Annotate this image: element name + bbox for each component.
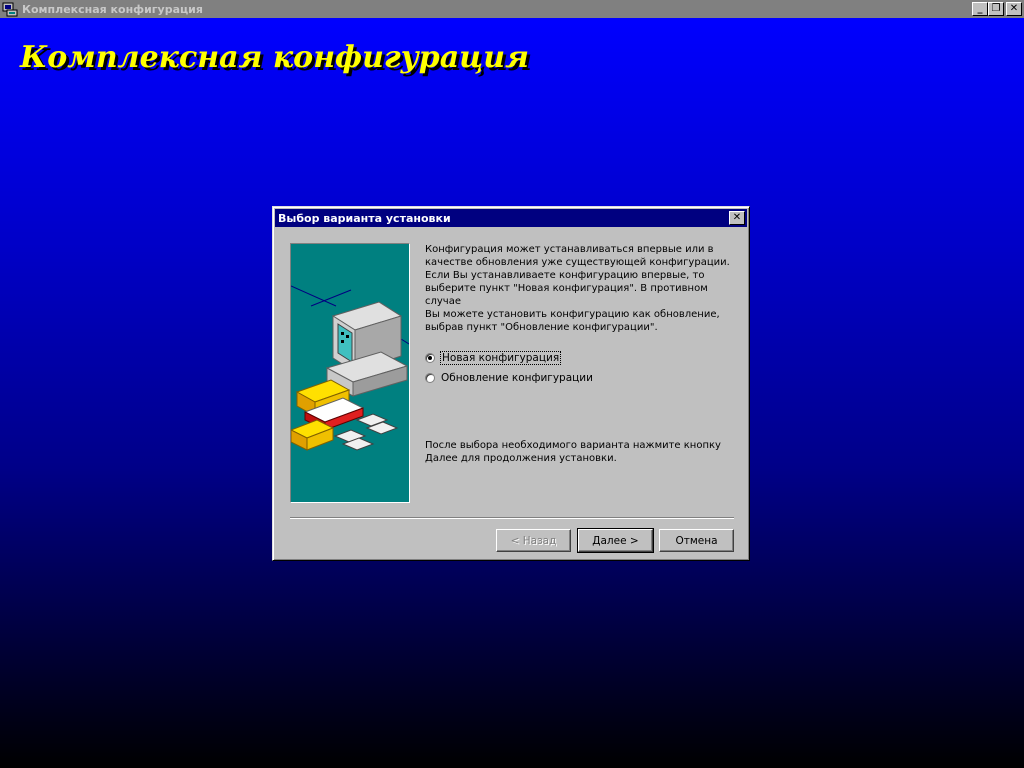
- restore-icon: ❐: [991, 3, 1001, 14]
- hint-text: После выбора необходимого варианта нажми…: [425, 440, 721, 464]
- radio-button[interactable]: [425, 373, 435, 383]
- setup-illustration: [290, 243, 410, 503]
- radio-update-config[interactable]: Обновление конфигурации: [425, 368, 740, 388]
- cancel-button[interactable]: Отмена: [659, 529, 734, 552]
- minimize-icon: _: [977, 3, 983, 14]
- dialog-close-button[interactable]: ✕: [729, 211, 745, 225]
- radio-label[interactable]: Новая конфигурация: [439, 351, 562, 365]
- radio-new-config[interactable]: Новая конфигурация: [425, 348, 740, 368]
- install-option-dialog: Выбор варианта установки ✕ Конфигурация …: [272, 206, 750, 561]
- intro-text: Конфигурация может устанавливаться вперв…: [425, 244, 730, 333]
- minimize-button[interactable]: _: [972, 2, 988, 16]
- setup-title: Комплексная конфигурация: [20, 40, 529, 75]
- close-icon: ✕: [1009, 3, 1019, 14]
- radio-label[interactable]: Обновление конфигурации: [441, 372, 593, 384]
- dialog-title: Выбор варианта установки: [278, 211, 451, 225]
- radio-button-checked[interactable]: [425, 353, 435, 363]
- window-title: Комплексная конфигурация: [22, 2, 203, 16]
- window-titlebar[interactable]: Комплексная конфигурация _ ❐ ✕: [0, 0, 1024, 18]
- computer-illustration-icon: [291, 285, 409, 451]
- dialog-titlebar[interactable]: Выбор варианта установки ✕: [275, 209, 747, 227]
- window-close-button[interactable]: ✕: [1006, 2, 1022, 16]
- dialog-content: Конфигурация может устанавливаться вперв…: [425, 243, 740, 388]
- app-icon: [2, 2, 18, 17]
- next-button[interactable]: Далее >: [577, 528, 654, 553]
- install-option-group: Новая конфигурация Обновление конфигурац…: [425, 348, 740, 388]
- back-button[interactable]: < Назад: [496, 529, 571, 552]
- window-controls: _ ❐ ✕: [972, 2, 1022, 16]
- close-icon: ✕: [732, 212, 742, 223]
- restore-button[interactable]: ❐: [988, 2, 1004, 16]
- separator: [290, 517, 734, 519]
